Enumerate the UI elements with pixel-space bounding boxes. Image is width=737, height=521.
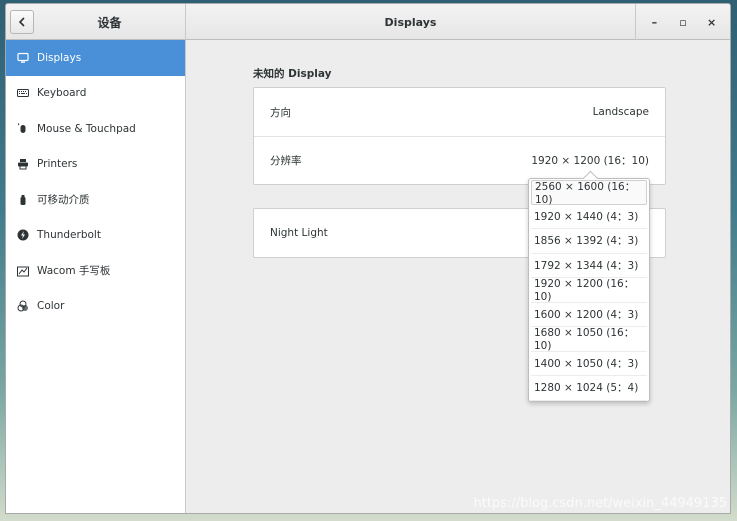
- color-icon: [16, 299, 30, 313]
- resolution-popover: 2560 × 1600 (16：10) 1920 × 1440 (4：3) 18…: [528, 178, 650, 402]
- sidebar-item-label: Mouse & Touchpad: [37, 122, 136, 135]
- sidebar-item-keyboard[interactable]: Keyboard: [6, 76, 185, 112]
- sidebar-item-printers[interactable]: Printers: [6, 147, 185, 183]
- resolution-option[interactable]: 1280 × 1024 (5：4): [531, 376, 647, 401]
- sidebar-item-mouse[interactable]: Mouse & Touchpad: [6, 111, 185, 147]
- orientation-value: Landscape: [592, 106, 649, 118]
- printer-icon: [16, 157, 30, 171]
- sidebar-item-removable-media[interactable]: 可移动介质: [6, 182, 185, 218]
- orientation-row[interactable]: 方向 Landscape: [254, 88, 665, 136]
- display-icon: [16, 51, 30, 65]
- sidebar-item-label: Color: [37, 300, 65, 313]
- sidebar-item-label: Keyboard: [37, 87, 87, 100]
- keyboard-icon: [16, 86, 30, 100]
- night-light-label: Night Light: [270, 227, 328, 239]
- mouse-icon: [16, 122, 30, 136]
- chevron-left-icon: [18, 17, 25, 27]
- resolution-label: 分辨率: [270, 155, 302, 167]
- sidebar: Displays Keyboard Mouse & Touchpad Print…: [6, 40, 186, 513]
- display-name-heading: 未知的 Display: [253, 68, 332, 80]
- sidebar-item-thunderbolt[interactable]: Thunderbolt: [6, 218, 185, 254]
- resolution-option[interactable]: 1920 × 1200 (16：10): [531, 278, 647, 303]
- wacom-tablet-icon: [16, 264, 30, 278]
- maximize-button[interactable]: ▫: [674, 13, 692, 31]
- sidebar-item-label: 可移动介质: [37, 194, 90, 207]
- resolution-row[interactable]: 分辨率 1920 × 1200 (16：10): [254, 136, 665, 184]
- back-button[interactable]: [10, 10, 34, 34]
- titlebar-left: 设备: [6, 4, 186, 40]
- sidebar-item-label: Thunderbolt: [37, 229, 101, 242]
- orientation-label: 方向: [270, 106, 291, 119]
- sidebar-item-label: Wacom 手写板: [37, 265, 111, 278]
- resolution-option[interactable]: 1920 × 1440 (4：3): [531, 205, 647, 229]
- resolution-option[interactable]: 1792 × 1344 (4：3): [531, 254, 647, 278]
- resolution-option[interactable]: 1856 × 1392 (4：3): [531, 229, 647, 254]
- display-settings-panel: 方向 Landscape 分辨率 1920 × 1200 (16：10): [253, 87, 666, 185]
- window-controls: – ▫ ×: [635, 4, 730, 40]
- watermark: https://blog.csdn.net/weixin_44949135: [473, 496, 727, 511]
- resolution-option[interactable]: 1400 × 1050 (4：3): [531, 352, 647, 376]
- resolution-option[interactable]: 1680 × 1050 (16：10): [531, 327, 647, 352]
- window-title: Displays: [384, 15, 437, 29]
- removable-media-icon: [16, 193, 30, 207]
- titlebar: 设备 Displays – ▫ ×: [6, 4, 730, 40]
- resolution-value: 1920 × 1200 (16：10): [531, 155, 649, 167]
- sidebar-item-color[interactable]: Color: [6, 289, 185, 325]
- sidebar-item-displays[interactable]: Displays: [6, 40, 185, 76]
- resolution-option[interactable]: 2560 × 1600 (16：10): [531, 180, 647, 206]
- close-button[interactable]: ×: [703, 13, 721, 31]
- sidebar-item-wacom[interactable]: Wacom 手写板: [6, 253, 185, 289]
- thunderbolt-icon: [16, 228, 30, 242]
- panel-title: 设备: [97, 15, 122, 30]
- sidebar-item-label: Printers: [37, 158, 78, 171]
- resolution-option[interactable]: 1600 × 1200 (4：3): [531, 303, 647, 327]
- minimize-button[interactable]: –: [645, 13, 663, 31]
- sidebar-item-label: Displays: [37, 51, 82, 64]
